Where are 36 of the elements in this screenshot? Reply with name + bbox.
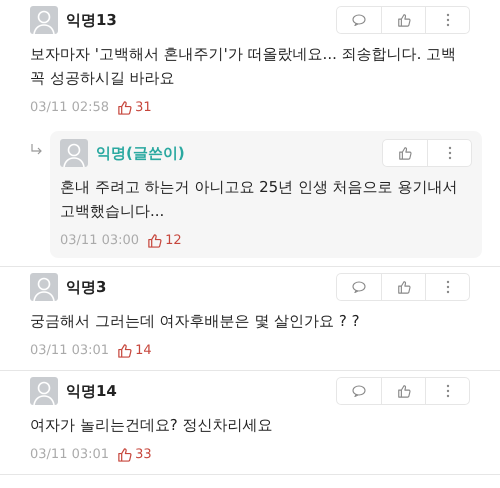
- author-name: 익명3: [66, 278, 108, 296]
- thumbs-up-icon: [396, 280, 410, 294]
- author-name: 익명14: [66, 382, 118, 400]
- thumbs-up-icon: [117, 447, 132, 462]
- comment-icon: [352, 14, 366, 26]
- avatar-icon: [30, 273, 58, 301]
- comment-icon: [352, 281, 366, 293]
- thumbs-up-icon: [398, 146, 412, 160]
- reply-arrow-icon: [30, 143, 44, 157]
- comment-time: 03/11 03:01: [30, 343, 110, 358]
- comment-icon: [352, 385, 366, 397]
- comment-text: 혼내 주려고 하는거 아니고요 25년 인생 처음으로 용기내서 고백했습니다...: [60, 177, 458, 222]
- like-count: 31: [117, 100, 152, 115]
- comment-time: 03/11 03:01: [30, 447, 110, 462]
- comment-text: 보자마자 '고백해서 혼내주기'가 떠올랐네요... 죄송합니다. 고백 꼭 성공하시길 바라요: [30, 44, 458, 89]
- thumbs-up-icon: [147, 233, 162, 248]
- avatar-icon: [30, 377, 58, 405]
- author-name: 익명13: [66, 10, 118, 30]
- like-count: 33: [117, 447, 152, 462]
- thumbs-up-icon: [396, 384, 410, 398]
- thumbs-up-icon: [117, 343, 132, 358]
- comment-time: 03/11 03:00: [60, 233, 140, 248]
- thumbs-up-icon: [117, 100, 132, 115]
- comment-time: 03/11 02:58: [30, 100, 110, 115]
- more-icon: [446, 384, 450, 398]
- more-icon: [446, 13, 450, 27]
- like-count: 12: [147, 233, 182, 248]
- more-icon: [448, 146, 452, 160]
- comment-text: 여자가 놀리는건데요? 정신차리세요: [30, 415, 274, 436]
- avatar-icon: [30, 6, 58, 34]
- like-count: 14: [117, 343, 152, 358]
- avatar-icon: [60, 139, 88, 167]
- author-name: 익명(글쓴이): [96, 144, 186, 162]
- thumbs-up-icon: [396, 13, 410, 27]
- comment-text: 궁금해서 그러는데 여자후배분은 몇 살인가요 ? ?: [30, 311, 361, 332]
- more-icon: [446, 280, 450, 294]
